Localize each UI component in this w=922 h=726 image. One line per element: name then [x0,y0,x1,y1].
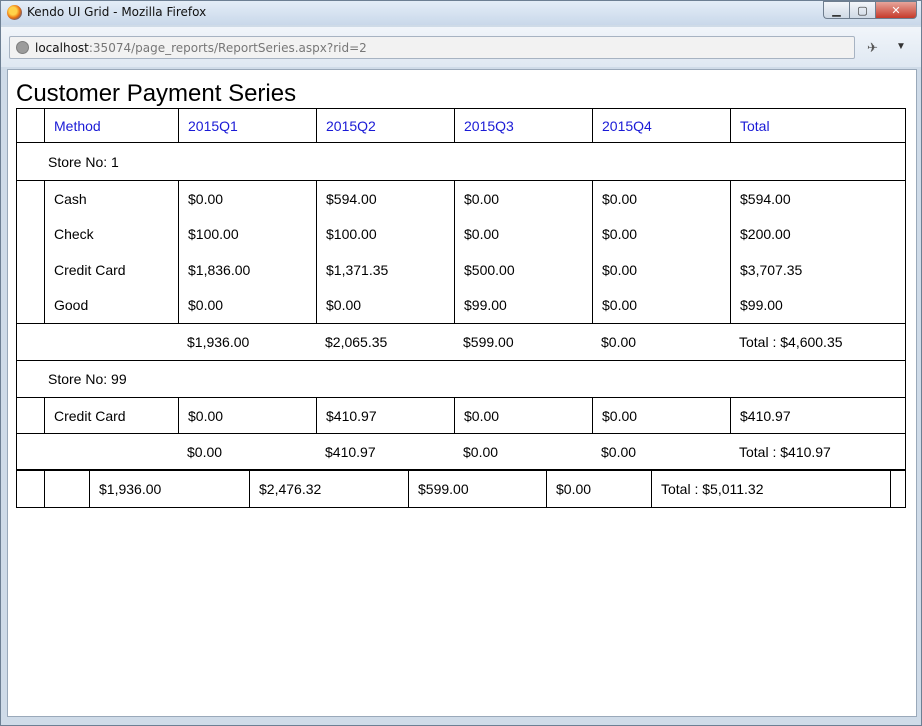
cell-q3: $500.00 [454,252,592,288]
minimize-button[interactable]: ▁ [823,1,849,19]
cell-total: $99.00 [730,287,905,323]
cell-q3: $0.00 [454,216,592,252]
cell-q2: $594.00 [316,181,454,217]
cell-total: $594.00 [730,181,905,217]
cell-q1: $100.00 [178,216,316,252]
group-footer-row: $0.00 $410.97 $0.00 $0.00 Total : $410.9… [17,433,905,469]
url-path: :35074/page_reports/ReportSeries.aspx?ri… [88,41,367,55]
group-indent-cell [17,398,44,433]
cell-q1: $0.00 [178,287,316,323]
column-header-total[interactable]: Total [730,109,905,142]
page-title: Customer Payment Series [16,80,297,107]
maximize-icon: ▢ [857,3,868,17]
table-row[interactable]: Good $0.00 $0.00 $99.00 $0.00 $99.00 [17,287,905,324]
column-header-method[interactable]: Method [44,109,178,142]
cell-method: Good [44,287,178,323]
footer-indent-cell [44,471,89,507]
group-indent-cell [17,288,44,324]
cell-q4: $0.00 [592,181,730,217]
cell-method: Cash [44,181,178,217]
page-viewport: Customer Payment Series Method 2015Q1 20… [7,69,917,717]
navigation-bar: localhost:35074/page_reports/ReportSerie… [1,27,921,67]
cell-total: $200.00 [730,216,905,252]
cell-q4: $0.00 [592,287,730,323]
firefox-logo-icon [7,5,22,20]
footer-q4: $0.00 [601,443,637,460]
cell-q3: $99.00 [454,287,592,323]
url-text[interactable]: localhost:35074/page_reports/ReportSerie… [35,41,367,55]
cell-q4: $0.00 [592,398,730,433]
table-row[interactable]: Cash $0.00 $594.00 $0.00 $0.00 $594.00 [17,181,905,217]
addon-icon[interactable]: ✈ [867,40,878,56]
cell-total: $3,707.35 [730,252,905,288]
maximize-button[interactable]: ▢ [849,1,875,19]
grand-total-q2: $2,476.32 [249,471,408,507]
footer-q2: $410.97 [325,443,376,460]
cell-q1: $0.00 [178,181,316,217]
footer-indent-cell [17,471,44,507]
grid-footer: $1,936.00 $2,476.32 $599.00 $0.00 Total … [17,469,905,507]
footer-q1: $1,936.00 [187,334,250,350]
cell-q2: $0.00 [316,287,454,323]
footer-scroll-spacer [890,471,905,507]
column-header-2015q4[interactable]: 2015Q4 [592,109,730,142]
cell-q4: $0.00 [592,252,730,288]
minimize-icon: ▁ [832,3,841,17]
url-host: localhost [35,41,89,55]
close-icon: ✕ [891,3,901,17]
footer-q3: $599.00 [463,334,514,350]
table-row[interactable]: Check $100.00 $100.00 $0.00 $0.00 $200.0… [17,216,905,253]
window-controls: ▁ ▢ ✕ [823,1,917,19]
cell-q2: $100.00 [316,216,454,252]
group-1-rows: Cash $0.00 $594.00 $0.00 $0.00 $594.00 C… [17,180,905,323]
group-label: Store No: 1 [48,153,119,170]
cell-q4: $0.00 [592,216,730,252]
group-header-row: Store No: 1 [17,142,905,180]
group-indent-cell [17,217,44,253]
globe-icon [16,41,29,54]
grand-total-q4: $0.00 [546,471,651,507]
cell-q3: $0.00 [454,398,592,433]
footer-spacer [17,434,178,469]
footer-q1: $0.00 [187,443,223,460]
cell-q2: $1,371.35 [316,252,454,288]
grand-total-total: Total : $5,011.32 [651,471,890,507]
browser-window: Kendo UI Grid - Mozilla Firefox ▁ ▢ ✕ lo… [0,0,922,726]
cell-q1: $0.00 [178,398,316,433]
group-footer-row: $1,936.00 $2,065.35 $599.00 $0.00 Total … [17,323,905,360]
table-row[interactable]: Credit Card $1,836.00 $1,371.35 $500.00 … [17,252,905,288]
cell-method: Check [44,216,178,252]
group-indent-cell [17,252,44,288]
group-header-row: Store No: 99 [17,360,905,397]
grid-header: Method 2015Q1 2015Q2 2015Q3 2015Q4 Total [17,109,905,142]
footer-q3: $0.00 [463,443,499,460]
close-button[interactable]: ✕ [875,1,917,19]
cell-method: Credit Card [44,252,178,288]
column-header-2015q3[interactable]: 2015Q3 [454,109,592,142]
cell-q1: $1,836.00 [178,252,316,288]
grand-total-q1: $1,936.00 [89,471,249,507]
cell-method: Credit Card [44,398,178,433]
chevron-down-icon[interactable]: ▼ [896,41,906,52]
grand-total-q3: $599.00 [408,471,546,507]
cell-q2: $410.97 [316,398,454,433]
cell-q3: $0.00 [454,181,592,217]
column-header-2015q2[interactable]: 2015Q2 [316,109,454,142]
footer-q4: $0.00 [601,334,637,350]
footer-total: Total : $4,600.35 [739,334,843,350]
window-title: Kendo UI Grid - Mozilla Firefox [27,5,207,19]
column-header-2015q1[interactable]: 2015Q1 [178,109,316,142]
title-bar[interactable]: Kendo UI Grid - Mozilla Firefox ▁ ▢ ✕ [1,1,921,25]
group-indent-cell [17,181,44,217]
payment-grid: Method 2015Q1 2015Q2 2015Q3 2015Q4 Total… [16,108,906,508]
footer-spacer [17,324,178,360]
table-row[interactable]: Credit Card $0.00 $410.97 $0.00 $0.00 $4… [17,397,905,433]
cell-total: $410.97 [730,398,905,433]
footer-total: Total : $410.97 [739,443,831,460]
group-label: Store No: 99 [48,371,127,387]
footer-q2: $2,065.35 [325,334,388,350]
group-indent-cell [17,109,44,142]
url-bar[interactable]: localhost:35074/page_reports/ReportSerie… [9,36,855,59]
